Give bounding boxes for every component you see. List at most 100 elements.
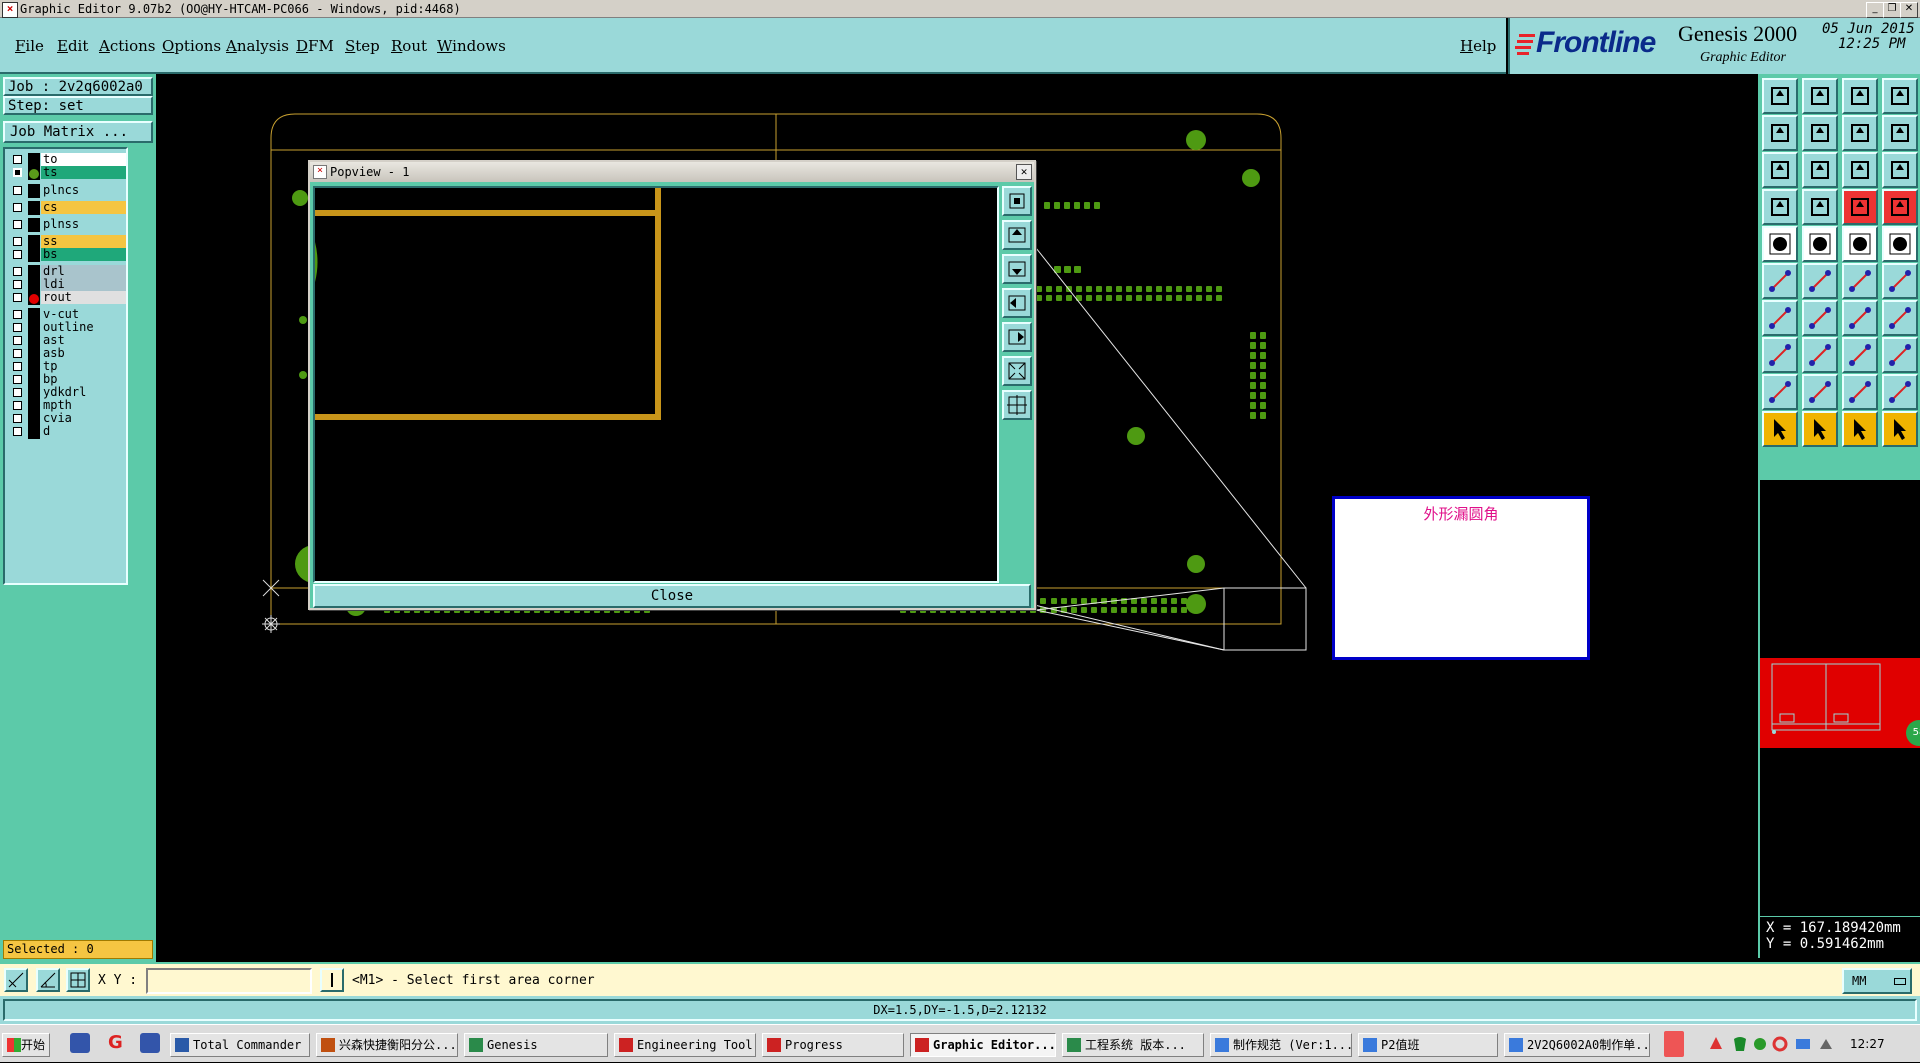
layer-checkbox[interactable] [13, 237, 22, 246]
menu-help[interactable]: Help [1460, 37, 1496, 55]
layer-row-tp[interactable]: tp [9, 360, 126, 374]
fit-height-tool-icon[interactable] [1802, 152, 1838, 188]
minus-tool-icon[interactable] [1802, 337, 1838, 373]
probe-tool-icon[interactable] [1802, 189, 1838, 225]
arch-tool-icon[interactable] [1842, 374, 1878, 410]
layer-row-plncs[interactable]: plncs [9, 184, 126, 198]
taskbar-task-3[interactable]: Genesis [464, 1033, 608, 1057]
taskbar-task-7[interactable]: 工程系统 版本... [1062, 1033, 1204, 1057]
copy-tool-icon[interactable] [1762, 337, 1798, 373]
menu-file[interactable]: File [15, 37, 44, 55]
layer-checkbox[interactable] [13, 267, 22, 276]
layer-checkbox[interactable] [13, 349, 22, 358]
layer-row-to[interactable]: to [9, 153, 126, 167]
taskbar-task-2[interactable]: 兴森快捷衡阳分公... [316, 1033, 458, 1057]
units-select[interactable]: MM [1842, 968, 1912, 994]
popview-pan-right-button[interactable] [1002, 322, 1032, 352]
layer-checkbox[interactable] [13, 168, 22, 177]
mini-map-panel[interactable] [1760, 658, 1920, 748]
layer-checkbox[interactable] [13, 323, 22, 332]
layer-row-ast[interactable]: ast [9, 334, 126, 348]
select-net-tool-icon[interactable] [1882, 411, 1918, 447]
slash-tool-icon[interactable] [1802, 300, 1838, 336]
layer-row-bs[interactable]: bs [9, 248, 126, 262]
layer-checkbox[interactable] [13, 414, 22, 423]
taskbar-task-1[interactable]: Total Commander ... [170, 1033, 310, 1057]
pan-right-tool-icon[interactable] [1802, 115, 1838, 151]
taskbar-task-5[interactable]: Progress [762, 1033, 904, 1057]
transform-tool-icon[interactable] [1882, 337, 1918, 373]
triangle-alt-tool-icon[interactable] [1802, 374, 1838, 410]
zoom-1-2-tool-icon[interactable] [1842, 152, 1878, 188]
help-query-tool-icon[interactable] [1882, 152, 1918, 188]
close-window-button[interactable]: ✕ [1900, 2, 1918, 18]
layer-checkbox[interactable] [13, 186, 22, 195]
pad-add-tool-icon[interactable] [1762, 226, 1798, 262]
quicklaunch-icon-3[interactable] [140, 1033, 160, 1053]
layer-row-outline[interactable]: outline [9, 321, 126, 335]
layer-checkbox[interactable] [13, 220, 22, 229]
popview-pan-up-button[interactable] [1002, 220, 1032, 250]
resize-tool-icon[interactable] [1842, 337, 1878, 373]
layer-checkbox[interactable] [13, 388, 22, 397]
quicklaunch-icon-1[interactable] [70, 1033, 90, 1053]
layer-checkbox[interactable] [13, 362, 22, 371]
measure-button[interactable] [36, 968, 60, 992]
rotate-tool-icon[interactable] [1762, 189, 1798, 225]
triangle-tool-icon[interactable] [1762, 374, 1798, 410]
menu-options[interactable]: Options [162, 37, 221, 55]
popview-viewport[interactable] [313, 186, 999, 583]
layer-checkbox[interactable] [13, 427, 22, 436]
menu-analysis[interactable]: Analysis [226, 37, 289, 55]
line-dot-tool-icon[interactable] [1842, 263, 1878, 299]
layer-checkbox[interactable] [13, 293, 22, 302]
mirror-tool-icon[interactable] [1882, 300, 1918, 336]
menu-step[interactable]: Step [345, 37, 380, 55]
start-button[interactable]: 开始 [2, 1033, 50, 1057]
layer-row-asb[interactable]: asb [9, 347, 126, 361]
line-dot-alt-tool-icon[interactable] [1882, 263, 1918, 299]
measure-tool-icon[interactable] [1842, 226, 1878, 262]
layer-row-rout[interactable]: rout [9, 291, 126, 305]
layer-checkbox[interactable] [13, 310, 22, 319]
popview-close-button[interactable]: Close [313, 584, 1031, 608]
arch-alt-tool-icon[interactable] [1882, 374, 1918, 410]
job-matrix-button[interactable]: Job Matrix ... [3, 121, 153, 143]
restore-button[interactable]: ❐ [1883, 2, 1901, 18]
arc-tool-icon[interactable] [1842, 300, 1878, 336]
snap-button[interactable] [4, 968, 28, 992]
angle-tool-icon[interactable] [1762, 300, 1798, 336]
tray-ime-icon[interactable] [1664, 1031, 1684, 1057]
cross-tool-icon[interactable] [1802, 263, 1838, 299]
layer-row-ts[interactable]: ts [9, 166, 126, 180]
taskbar-task-4[interactable]: Engineering Tool... [614, 1033, 756, 1057]
select-alt-tool-icon[interactable] [1802, 411, 1838, 447]
redo-step-tool-icon[interactable] [1882, 115, 1918, 151]
input-mode-button[interactable] [320, 968, 344, 992]
menu-windows[interactable]: Windows [437, 37, 506, 55]
taskbar-task-8[interactable]: 制作规范 (Ver:1... [1210, 1033, 1352, 1057]
popview-zoom-out-button[interactable] [1002, 390, 1032, 420]
menu-edit[interactable]: Edit [57, 37, 88, 55]
layer-down-tool-icon[interactable] [1882, 189, 1918, 225]
layer-checkbox[interactable] [13, 250, 22, 259]
xy-input[interactable] [146, 968, 312, 994]
connect-tool-icon[interactable] [1762, 263, 1798, 299]
select-tool-icon[interactable] [1762, 411, 1798, 447]
grid-button[interactable] [66, 968, 90, 992]
layer-checkbox[interactable] [13, 336, 22, 345]
popview-pan-left-button[interactable] [1002, 288, 1032, 318]
layer-row-cs[interactable]: cs [9, 201, 126, 215]
undo-step-tool-icon[interactable] [1842, 115, 1878, 151]
layer-checkbox[interactable] [13, 401, 22, 410]
layer-row-ss[interactable]: ss [9, 235, 126, 249]
popview-pan-down-button[interactable] [1002, 254, 1032, 284]
taskbar-task-9[interactable]: P2值班 [1358, 1033, 1498, 1057]
layer-up-tool-icon[interactable] [1842, 189, 1878, 225]
menu-actions[interactable]: Actions [99, 37, 155, 55]
quicklaunch-icon-2[interactable]: G [108, 1033, 128, 1053]
layer-row-drl[interactable]: drl [9, 265, 126, 279]
popview-close-icon[interactable]: ✕ [1016, 164, 1032, 180]
circle-add-tool-icon[interactable] [1882, 226, 1918, 262]
select-point-tool-icon[interactable] [1842, 411, 1878, 447]
